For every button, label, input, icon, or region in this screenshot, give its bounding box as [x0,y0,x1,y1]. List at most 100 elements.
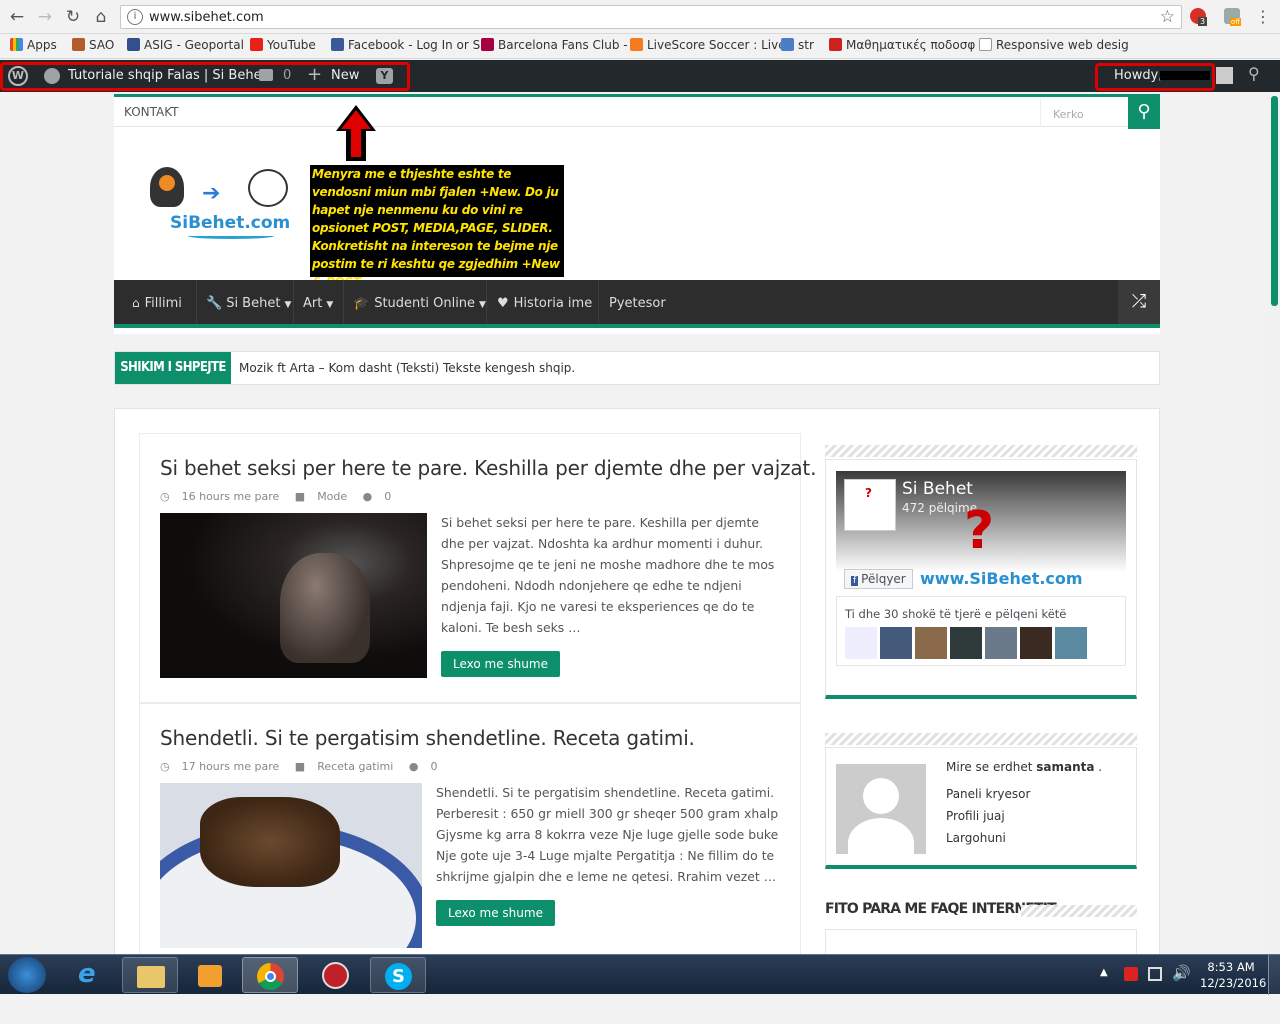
search-input[interactable]: Kerko [1040,99,1130,127]
browser-toolbar: ← → ↻ ⌂ i www.sibehet.com ☆ 3 off ⋮ [0,0,1280,34]
random-post-button[interactable]: ⤮ [1118,280,1160,324]
clock[interactable]: 8:53 AM 12/23/2016 [1200,959,1266,991]
annotation-arrow [336,105,376,161]
bookmark-label: Apps [27,38,57,52]
post-comments[interactable]: 0 [430,760,437,773]
facebook-friends-text: Ti dhe 30 shokë të tjerë e pëlqeni këtë [845,607,1067,621]
facebook-page-avatar[interactable]: ? [844,479,896,531]
facebook-like-button[interactable]: f Pëlqyer [844,569,913,589]
bookmark-icon [781,38,794,51]
back-icon[interactable]: ← [6,6,28,28]
friend-avatar[interactable] [880,627,912,659]
bookmarks-bar: Apps SAO ASIG - Geoportal YouTube Facebo… [0,34,1280,59]
bookmark-facebook[interactable]: Facebook - Log In or S [331,38,480,52]
friend-avatar[interactable] [985,627,1017,659]
nav-art[interactable]: Art ▼ [303,296,333,311]
search-icon: ⚲ [1137,101,1151,122]
bookmark-sao[interactable]: SAO [72,38,114,52]
show-desktop-button[interactable] [1268,955,1280,995]
bookmark-responsive[interactable]: Responsive web desig [979,38,1129,52]
friend-avatar[interactable] [1020,627,1052,659]
home-icon[interactable]: ⌂ [90,6,112,28]
bookmark-label: ASIG - Geoportal [144,38,244,52]
bookmark-label: str [798,38,814,52]
bookmark-livescore[interactable]: LiveScore Soccer : Live [630,38,786,52]
network-icon[interactable] [1148,967,1162,981]
logout-link[interactable]: Largohuni [946,831,1006,845]
post-thumbnail[interactable] [160,513,427,678]
menu-icon[interactable]: ⋮ [1252,6,1274,28]
scrollbar-thumb[interactable] [1271,96,1278,306]
bookmark-apps[interactable]: Apps [10,38,57,52]
nav-studenti-online[interactable]: 🎓 Studenti Online ▼ [353,296,486,311]
avatar[interactable] [1216,67,1233,84]
start-button[interactable] [8,957,46,993]
bookmark-icon [127,38,140,51]
friend-avatar[interactable] [845,627,877,659]
post-category[interactable]: Mode [317,490,347,503]
ticker-label: SHIKIM I SHPEJTE [115,352,231,384]
site-logo[interactable]: ➔ SiBehet.com [144,167,294,247]
widget-divider [825,733,1137,745]
internet-explorer-icon[interactable]: e [62,957,118,993]
welcome-text: Mire se erdhet samanta . [946,760,1103,774]
logo-swoosh [188,233,274,239]
nav-pyetesor[interactable]: Pyetesor [609,296,666,311]
post-title[interactable]: Si behet seksi per here te pare. Keshill… [160,456,816,480]
file-explorer-icon[interactable] [122,957,178,993]
bookmark-star-icon[interactable]: ☆ [1160,7,1175,27]
post-card: Shendetli. Si te pergatisim shendetline.… [139,703,801,963]
nav-historia-ime[interactable]: ♥ Historia ime [497,296,592,311]
volume-icon[interactable]: 🔊 [1172,964,1191,982]
like-label: Pëlqyer [861,572,906,586]
info-icon[interactable]: i [127,9,143,25]
logo-text: SiBehet.com [170,213,291,233]
post-title[interactable]: Shendetli. Si te pergatisim shendetline.… [160,726,695,750]
bookmark-barcelona[interactable]: Barcelona Fans Club - [481,38,628,52]
action-center-icon[interactable] [1124,967,1138,981]
forward-icon[interactable]: → [34,6,56,28]
bookmark-math[interactable]: Μαθηματικές ποδοσφ [829,38,975,52]
nav-fillimi[interactable]: ⌂ Fillimi [132,296,182,311]
facebook-page-name[interactable]: Si Behet [902,479,973,499]
post-category[interactable]: Receta gatimi [317,760,393,773]
media-player-icon[interactable] [182,957,238,993]
extension-icon[interactable]: 3 [1190,8,1208,26]
read-more-button[interactable]: Lexo me shume [441,651,560,677]
home-icon: ⌂ [132,296,140,310]
app-icon[interactable] [308,957,364,993]
address-bar[interactable]: i www.sibehet.com ☆ [120,5,1182,29]
bookmark-label: Facebook - Log In or S [348,38,481,52]
tray-expand-icon[interactable]: ▲ [1100,967,1108,978]
highlight-box-left [0,62,410,91]
search-icon[interactable]: ⚲ [1248,64,1260,83]
bookmark-asig[interactable]: ASIG - Geoportal [127,38,244,52]
bookmark-str[interactable]: str [781,38,814,52]
facebook-cover: ? Si Behet 472 pëlqime ? f Pëlqyer www.Si… [836,471,1126,597]
post-thumbnail[interactable] [160,783,422,948]
ticker-link[interactable]: Mozik ft Arta – Kom dasht (Teksti) Tekst… [239,361,575,375]
head-gear-icon [150,167,184,207]
extension-gear-icon[interactable]: off [1224,8,1242,26]
read-more-button[interactable]: Lexo me shume [436,900,555,926]
profile-link[interactable]: Profili juaj [946,809,1005,823]
friend-avatar[interactable] [1055,627,1087,659]
url-text[interactable]: www.sibehet.com [149,10,264,25]
friend-avatar[interactable] [915,627,947,659]
bookmark-youtube[interactable]: YouTube [250,38,316,52]
dashboard-link[interactable]: Paneli kryesor [946,787,1030,801]
reload-icon[interactable]: ↻ [62,6,84,28]
bookmark-icon [481,38,494,51]
kontakt-link[interactable]: KONTAKT [124,105,179,119]
nav-label: Fillimi [144,296,182,311]
chrome-icon[interactable] [242,957,298,993]
nav-si-behet[interactable]: 🔧 Si Behet ▼ [206,296,291,311]
search-button[interactable]: ⚲ [1128,97,1160,129]
skype-icon[interactable]: S [370,957,426,993]
post-comments[interactable]: 0 [384,490,391,503]
bookmark-icon [72,38,85,51]
post-excerpt: Si behet seksi per here te pare. Keshill… [441,515,775,635]
user-avatar[interactable] [836,764,926,854]
friend-avatar[interactable] [950,627,982,659]
comment-icon: ● [362,490,373,503]
